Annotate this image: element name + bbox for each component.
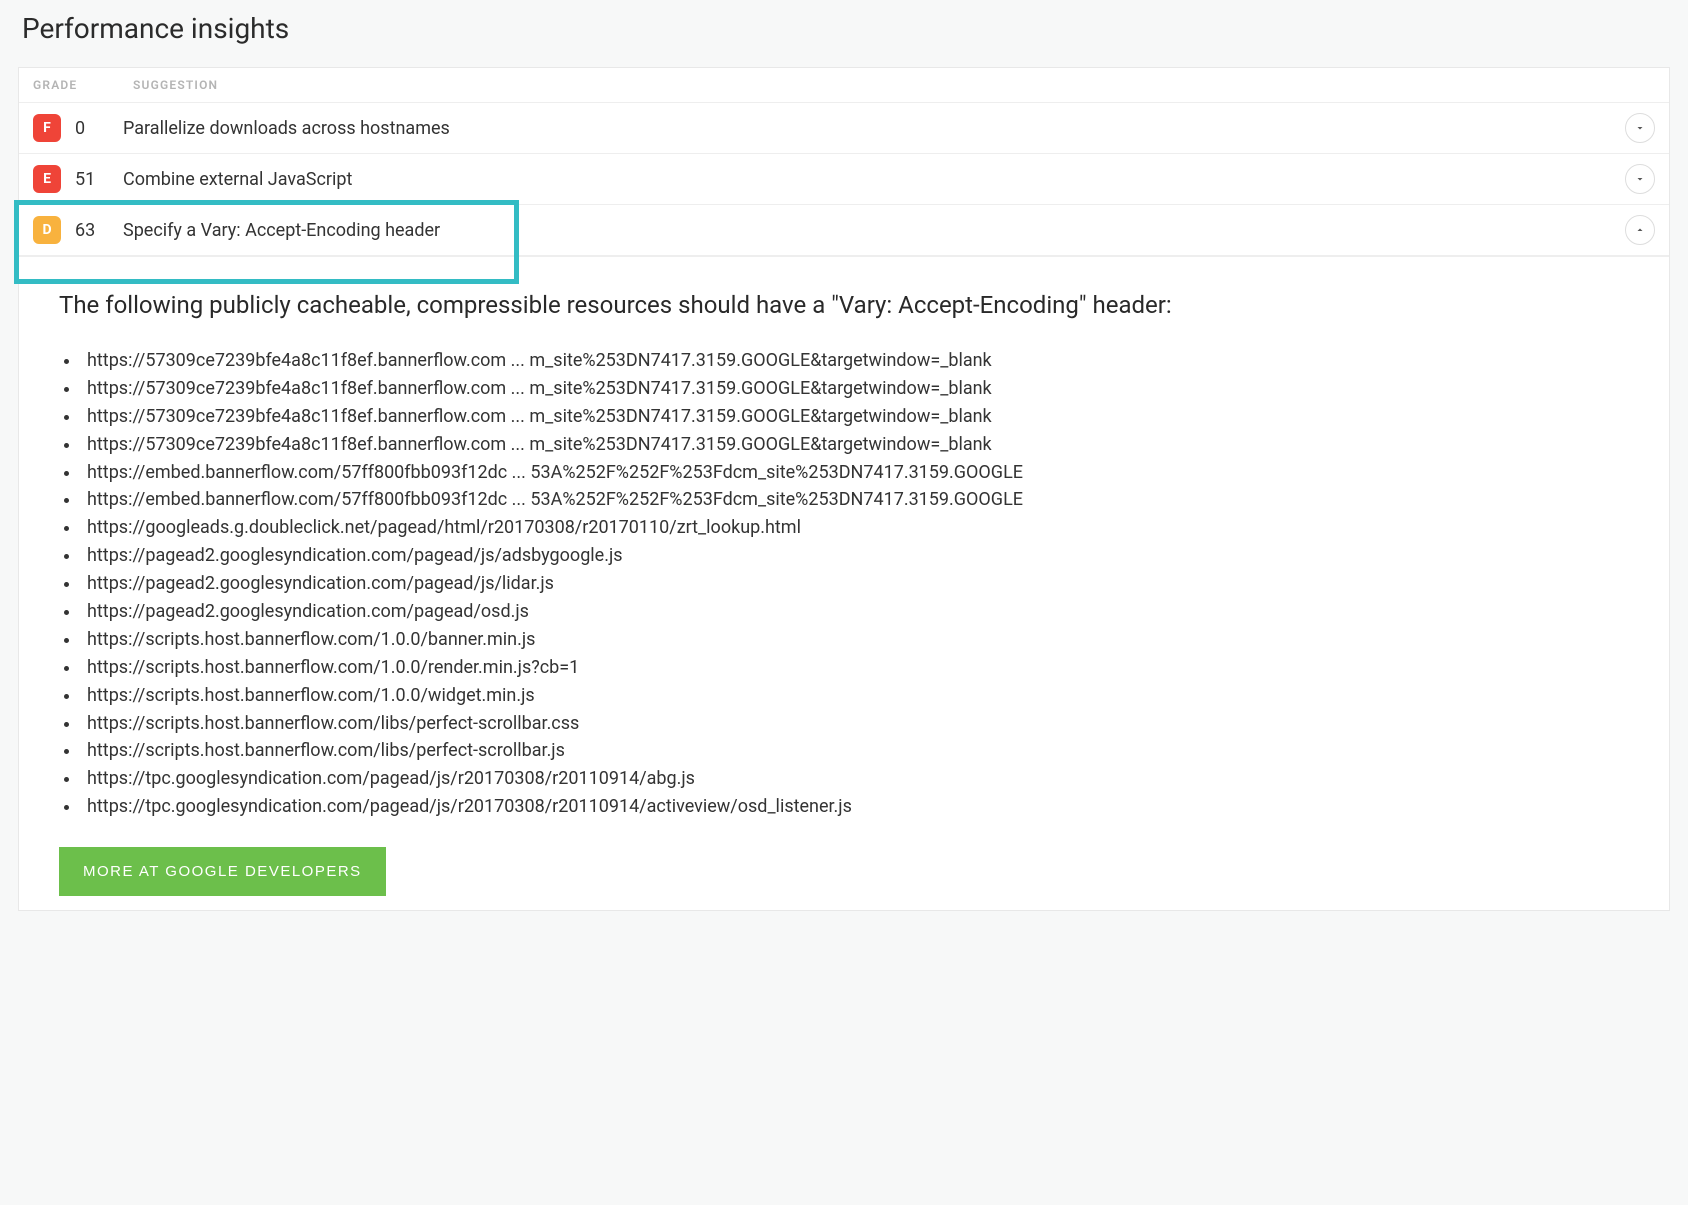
insights-panel: GRADE SUGGESTION F 0 Parallelize downloa…	[18, 67, 1670, 911]
list-item: https://tpc.googlesyndication.com/pagead…	[81, 793, 1629, 821]
insight-row[interactable]: E 51 Combine external JavaScript	[19, 154, 1669, 205]
list-item: https://embed.bannerflow.com/57ff800fbb0…	[81, 459, 1629, 487]
list-item: https://embed.bannerflow.com/57ff800fbb0…	[81, 486, 1629, 514]
grade-score: 0	[75, 118, 123, 139]
list-item: https://57309ce7239bfe4a8c11f8ef.bannerf…	[81, 375, 1629, 403]
grade-score: 63	[75, 220, 123, 241]
chevron-up-icon[interactable]	[1625, 215, 1655, 245]
list-item: https://tpc.googlesyndication.com/pagead…	[81, 765, 1629, 793]
list-item: https://pagead2.googlesyndication.com/pa…	[81, 570, 1629, 598]
insight-detail: The following publicly cacheable, compre…	[19, 256, 1669, 910]
grade-score: 51	[75, 169, 123, 190]
grade-badge: F	[33, 114, 61, 142]
list-item: https://scripts.host.bannerflow.com/libs…	[81, 710, 1629, 738]
suggestion-text: Specify a Vary: Accept-Encoding header	[123, 220, 1625, 241]
grade-badge: E	[33, 165, 61, 193]
grade-badge: D	[33, 216, 61, 244]
list-item: https://scripts.host.bannerflow.com/1.0.…	[81, 654, 1629, 682]
header-grade: GRADE	[33, 78, 133, 92]
detail-list: https://57309ce7239bfe4a8c11f8ef.bannerf…	[59, 347, 1629, 821]
list-item: https://googleads.g.doubleclick.net/page…	[81, 514, 1629, 542]
list-item: https://57309ce7239bfe4a8c11f8ef.bannerf…	[81, 347, 1629, 375]
list-item: https://pagead2.googlesyndication.com/pa…	[81, 542, 1629, 570]
insight-row[interactable]: F 0 Parallelize downloads across hostnam…	[19, 103, 1669, 154]
list-item: https://scripts.host.bannerflow.com/1.0.…	[81, 626, 1629, 654]
insight-row[interactable]: D 63 Specify a Vary: Accept-Encoding hea…	[19, 205, 1669, 256]
table-header: GRADE SUGGESTION	[19, 68, 1669, 103]
chevron-down-icon[interactable]	[1625, 113, 1655, 143]
list-item: https://57309ce7239bfe4a8c11f8ef.bannerf…	[81, 403, 1629, 431]
list-item: https://scripts.host.bannerflow.com/libs…	[81, 737, 1629, 765]
detail-description: The following publicly cacheable, compre…	[59, 287, 1629, 323]
suggestion-text: Parallelize downloads across hostnames	[123, 118, 1625, 139]
more-at-google-developers-button[interactable]: MORE AT GOOGLE DEVELOPERS	[59, 847, 386, 896]
list-item: https://57309ce7239bfe4a8c11f8ef.bannerf…	[81, 431, 1629, 459]
suggestion-text: Combine external JavaScript	[123, 169, 1625, 190]
header-suggestion: SUGGESTION	[133, 78, 1655, 92]
list-item: https://scripts.host.bannerflow.com/1.0.…	[81, 682, 1629, 710]
page-title: Performance insights	[22, 12, 1670, 45]
list-item: https://pagead2.googlesyndication.com/pa…	[81, 598, 1629, 626]
chevron-down-icon[interactable]	[1625, 164, 1655, 194]
